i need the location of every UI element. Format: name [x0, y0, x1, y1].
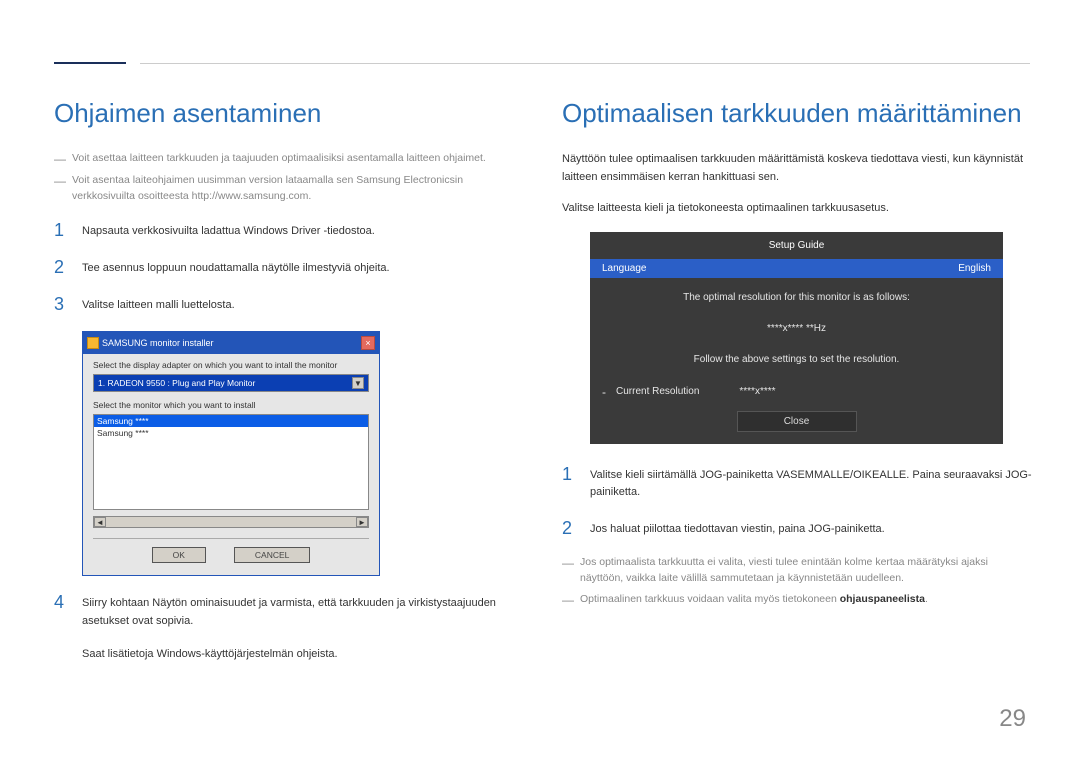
right-para-2: Valitse laitteesta kieli ja tietokoneest… — [562, 200, 1032, 218]
osd-message: Follow the above settings to set the res… — [590, 354, 1003, 365]
ok-button[interactable]: OK — [152, 547, 206, 563]
osd-language-row[interactable]: Language English — [590, 259, 1003, 278]
scrollbar-horizontal[interactable]: ◄ ► — [93, 516, 369, 528]
right-note-1: Jos optimaalista tarkkuutta ei valita, v… — [562, 555, 1032, 587]
step-number: 2 — [562, 518, 576, 539]
right-note-2: Optimaalinen tarkkuus voidaan valita myö… — [562, 592, 1032, 608]
right-column: Optimaalisen tarkkuuden määrittäminen Nä… — [562, 98, 1032, 664]
note-strong: ohjauspaneelista — [840, 593, 925, 605]
step-row: 2 Tee asennus loppuun noudattamalla näyt… — [54, 257, 524, 278]
installer-titlebar: SAMSUNG monitor installer × — [83, 332, 379, 354]
step-text: Valitse kieli siirtämällä JOG-painiketta… — [590, 464, 1032, 502]
content-columns: Ohjaimen asentaminen Voit asettaa laitte… — [54, 98, 1032, 664]
app-icon — [87, 337, 99, 349]
osd-language-value: English — [958, 263, 991, 274]
left-heading: Ohjaimen asentaminen — [54, 98, 524, 129]
chevron-down-icon[interactable]: ▼ — [352, 377, 364, 389]
step-row: 1 Napsauta verkkosivuilta ladattua Windo… — [54, 220, 524, 241]
right-para-1: Näyttöön tulee optimaalisen tarkkuuden m… — [562, 151, 1032, 186]
installer-button-row: OK CANCEL — [93, 547, 369, 563]
header-rule-short — [54, 62, 126, 64]
bullet-icon: - — [602, 385, 606, 399]
cancel-button[interactable]: CANCEL — [234, 547, 310, 563]
right-heading: Optimaalisen tarkkuuden määrittäminen — [562, 98, 1032, 129]
osd-current-label: Current Resolution — [616, 386, 699, 397]
installer-window: SAMSUNG monitor installer × Select the d… — [82, 331, 380, 576]
installer-title-left: SAMSUNG monitor installer — [87, 337, 214, 349]
left-column: Ohjaimen asentaminen Voit asettaa laitte… — [54, 98, 524, 664]
adapter-select[interactable]: 1. RADEON 9550 : Plug and Play Monitor ▼ — [93, 374, 369, 392]
header-rule-long — [140, 63, 1030, 64]
step-number: 2 — [54, 257, 68, 278]
step-row: 1 Valitse kieli siirtämällä JOG-painiket… — [562, 464, 1032, 502]
step-number: 4 — [54, 592, 68, 630]
note-text: . — [925, 593, 928, 605]
step-number: 1 — [562, 464, 576, 502]
osd-close-button[interactable]: Close — [737, 411, 857, 432]
step-row: 3 Valitse laitteen malli luettelosta. — [54, 294, 524, 315]
osd-current-row: - Current Resolution ****x**** — [590, 385, 1003, 399]
step-subtext: Saat lisätietoja Windows-käyttöjärjestel… — [54, 646, 524, 664]
osd-title: Setup Guide — [590, 232, 1003, 259]
scroll-left-icon[interactable]: ◄ — [94, 517, 106, 527]
step-number: 3 — [54, 294, 68, 315]
step-number: 1 — [54, 220, 68, 241]
step-text: Napsauta verkkosivuilta ladattua Windows… — [82, 220, 375, 241]
step-text: Tee asennus loppuun noudattamalla näytöl… — [82, 257, 390, 278]
scroll-right-icon[interactable]: ► — [356, 517, 368, 527]
step-row: 2 Jos haluat piilottaa tiedottavan viest… — [562, 518, 1032, 539]
installer-body: Select the display adapter on which you … — [83, 354, 379, 575]
step-text: Valitse laitteen malli luettelosta. — [82, 294, 235, 315]
installer-label-2: Select the monitor which you want to ins… — [93, 400, 369, 410]
left-note-2: Voit asentaa laiteohjaimen uusimman vers… — [54, 173, 524, 205]
adapter-select-value: 1. RADEON 9550 : Plug and Play Monitor — [98, 378, 255, 388]
osd-current-value: ****x**** — [739, 386, 775, 397]
step-row: 4 Siirry kohtaan Näytön ominaisuudet ja … — [54, 592, 524, 630]
osd-message: ****x**** **Hz — [590, 323, 1003, 334]
osd-language-label: Language — [602, 263, 647, 274]
note-text: Optimaalinen tarkkuus voidaan valita myö… — [580, 593, 840, 605]
close-icon[interactable]: × — [361, 336, 375, 350]
osd-message: The optimal resolution for this monitor … — [590, 292, 1003, 303]
divider — [93, 538, 369, 539]
monitor-list[interactable]: Samsung **** Samsung **** — [93, 414, 369, 510]
osd-panel: Setup Guide Language English The optimal… — [590, 232, 1003, 444]
installer-label-1: Select the display adapter on which you … — [93, 360, 369, 370]
list-item[interactable]: Samsung **** — [94, 415, 368, 427]
step-text: Siirry kohtaan Näytön ominaisuudet ja va… — [82, 592, 524, 630]
left-note-1: Voit asettaa laitteen tarkkuuden ja taaj… — [54, 151, 524, 167]
installer-title-text: SAMSUNG monitor installer — [102, 338, 214, 348]
step-text: Jos haluat piilottaa tiedottavan viestin… — [590, 518, 885, 539]
page-number: 29 — [999, 705, 1026, 733]
list-item[interactable]: Samsung **** — [94, 427, 368, 439]
